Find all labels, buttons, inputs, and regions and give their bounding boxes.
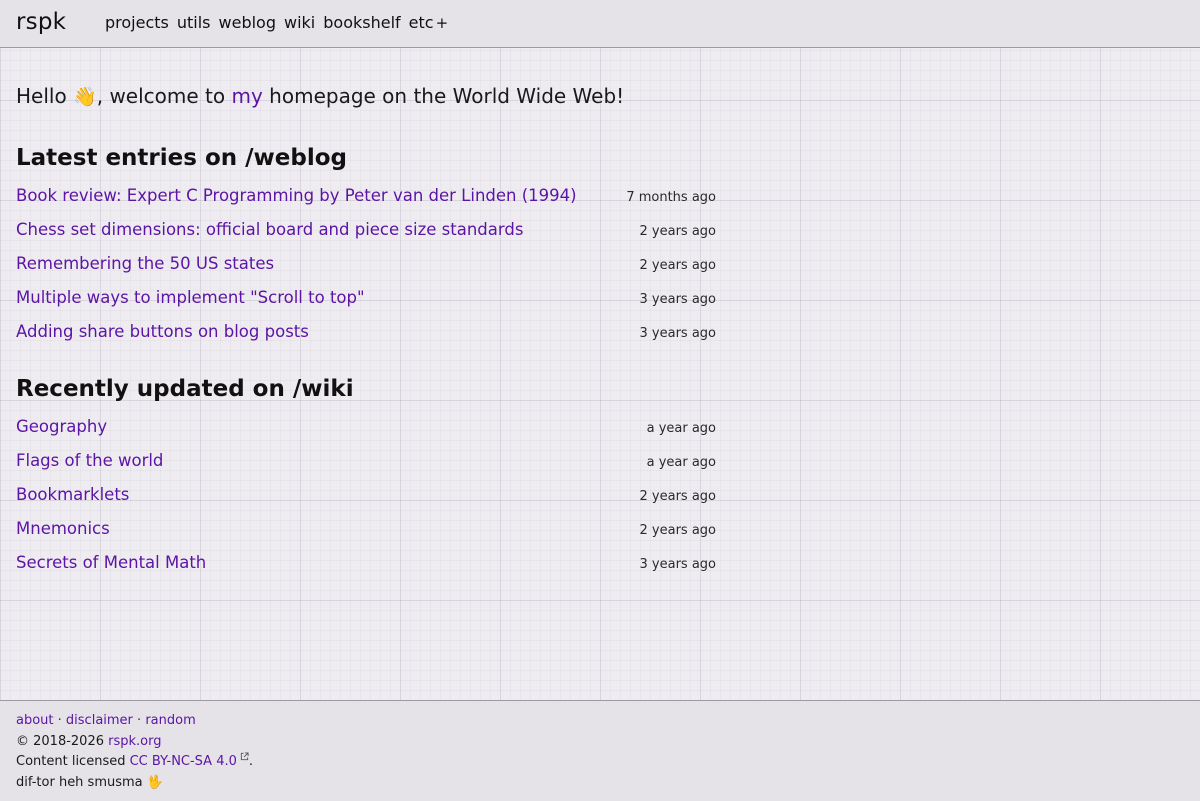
- main-nav: projects utils weblog wiki bookshelf etc…: [105, 13, 448, 32]
- weblog-entry-link[interactable]: Book review: Expert C Programming by Pet…: [16, 186, 577, 206]
- wiki-heading: Recently updated on /wiki: [16, 376, 354, 402]
- weblog-entry: Adding share buttons on blog posts 3 yea…: [16, 322, 716, 356]
- site-header: rspk projects utils weblog wiki bookshel…: [0, 0, 1200, 48]
- nav-weblog[interactable]: weblog: [219, 13, 276, 32]
- greeting-after: homepage on the World Wide Web!: [262, 84, 625, 108]
- footer-disclaimer-link[interactable]: disclaimer: [66, 713, 133, 728]
- waving-hand-icon: 👋: [73, 86, 97, 108]
- footer-tagline: dif-tor heh smusma 🖖: [16, 773, 253, 794]
- weblog-entry-link[interactable]: Multiple ways to implement "Scroll to to…: [16, 288, 365, 308]
- greeting-my-link[interactable]: my: [231, 84, 262, 108]
- license-prefix: Content licensed: [16, 754, 130, 770]
- nav-utils[interactable]: utils: [177, 13, 211, 32]
- tagline-text: dif-tor heh smusma: [16, 775, 147, 791]
- wiki-entry-link[interactable]: Bookmarklets: [16, 485, 129, 505]
- weblog-entry-date: 2 years ago: [639, 258, 716, 273]
- weblog-entry: Multiple ways to implement "Scroll to to…: [16, 288, 716, 322]
- weblog-entry-link[interactable]: Adding share buttons on blog posts: [16, 322, 309, 342]
- license-link[interactable]: CC BY-NC-SA 4.0: [129, 752, 249, 770]
- footer-copyright: © 2018-2026 rspk.org: [16, 732, 253, 753]
- wiki-entry-date: a year ago: [646, 421, 716, 436]
- license-suffix: .: [248, 754, 254, 770]
- weblog-entry-date: 3 years ago: [639, 326, 716, 341]
- nav-etc-menu[interactable]: etc +: [409, 13, 449, 32]
- wiki-entry-link[interactable]: Secrets of Mental Math: [16, 553, 206, 573]
- main-content: Hello 👋, welcome to my homepage on the W…: [16, 81, 716, 587]
- nav-projects[interactable]: projects: [105, 13, 169, 32]
- wiki-entry: Secrets of Mental Math 3 years ago: [16, 553, 716, 587]
- weblog-heading: Latest entries on /weblog: [16, 145, 347, 171]
- wiki-entry: Geography a year ago: [16, 417, 716, 451]
- nav-wiki[interactable]: wiki: [284, 13, 315, 32]
- footer-links: about · disclaimer · random: [16, 711, 253, 732]
- footer-random-link[interactable]: random: [145, 713, 195, 728]
- wiki-entry: Bookmarklets 2 years ago: [16, 485, 716, 519]
- weblog-entry-date: 2 years ago: [639, 224, 716, 239]
- footer-about-link[interactable]: about: [16, 713, 54, 728]
- greeting-middle: , welcome to: [96, 84, 232, 108]
- weblog-list: Book review: Expert C Programming by Pet…: [16, 186, 716, 356]
- copyright-text: © 2018-2026: [16, 733, 109, 749]
- wiki-entry-link[interactable]: Geography: [16, 417, 107, 437]
- footer-separator: ·: [53, 713, 66, 728]
- wiki-list: Geography a year ago Flags of the world …: [16, 417, 716, 587]
- nav-etc-label: etc: [408, 13, 434, 32]
- wiki-entry: Mnemonics 2 years ago: [16, 519, 716, 553]
- site-brand-link[interactable]: rspk: [16, 9, 66, 35]
- weblog-entry-link[interactable]: Chess set dimensions: official board and…: [16, 220, 523, 240]
- site-footer: about · disclaimer · random © 2018-2026 …: [0, 700, 1200, 801]
- wiki-entry-link[interactable]: Flags of the world: [16, 451, 163, 471]
- site-home-link[interactable]: rspk.org: [108, 734, 161, 749]
- license-link-label: CC BY-NC-SA 4.0: [129, 754, 237, 770]
- wiki-entry: Flags of the world a year ago: [16, 451, 716, 485]
- external-link-icon: [240, 752, 249, 761]
- nav-bookshelf[interactable]: bookshelf: [323, 13, 400, 32]
- weblog-entry: Book review: Expert C Programming by Pet…: [16, 186, 716, 220]
- wiki-entry-date: a year ago: [646, 455, 716, 470]
- greeting-before: Hello: [16, 84, 74, 108]
- footer-license: Content licensed CC BY-NC-SA 4.0.: [16, 752, 253, 773]
- weblog-entry: Chess set dimensions: official board and…: [16, 220, 716, 254]
- weblog-entry: Remembering the 50 US states 2 years ago: [16, 254, 716, 288]
- weblog-entry-link[interactable]: Remembering the 50 US states: [16, 254, 274, 274]
- weblog-entry-date: 7 months ago: [626, 190, 716, 205]
- wiki-section: Recently updated on /wiki Geography a ye…: [16, 372, 716, 587]
- footer-separator: ·: [132, 713, 146, 728]
- weblog-section: Latest entries on /weblog Book review: E…: [16, 141, 716, 356]
- weblog-entry-date: 3 years ago: [639, 292, 716, 307]
- greeting-text: Hello 👋, welcome to my homepage on the W…: [16, 81, 716, 111]
- wiki-entry-date: 2 years ago: [639, 489, 716, 504]
- vulcan-salute-icon: 🖖: [146, 775, 163, 791]
- plus-icon: +: [435, 13, 449, 32]
- wiki-entry-link[interactable]: Mnemonics: [16, 519, 110, 539]
- wiki-entry-date: 3 years ago: [639, 557, 716, 572]
- footer-lines: about · disclaimer · random © 2018-2026 …: [16, 711, 253, 794]
- wiki-entry-date: 2 years ago: [639, 523, 716, 538]
